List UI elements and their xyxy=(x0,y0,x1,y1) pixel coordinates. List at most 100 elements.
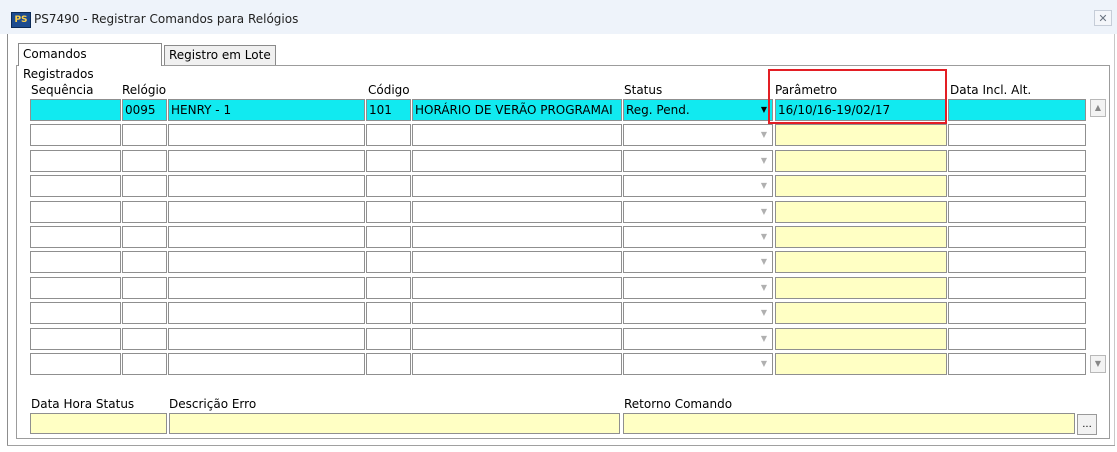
cell-status[interactable]: Reg. Pend. ▼ xyxy=(623,99,773,121)
cell-relogio-numero[interactable] xyxy=(122,276,167,299)
cell-relogio-nome[interactable] xyxy=(168,251,365,274)
cell-codigo-descricao[interactable] xyxy=(412,149,622,172)
cell-parametro[interactable] xyxy=(775,302,947,325)
cell-codigo-descricao[interactable] xyxy=(412,276,622,299)
cell-codigo[interactable] xyxy=(366,251,411,274)
cell-relogio-numero[interactable] xyxy=(122,124,167,147)
cell-data-incl-alt[interactable] xyxy=(948,276,1086,299)
cell-codigo-descricao[interactable] xyxy=(412,175,622,198)
cell-codigo-descricao[interactable] xyxy=(412,200,622,223)
cell-codigo-descricao[interactable] xyxy=(412,353,622,375)
cell-relogio-numero[interactable] xyxy=(122,302,167,325)
chevron-down-icon[interactable]: ▼ xyxy=(757,126,771,144)
cell-status[interactable]: ▼ xyxy=(623,327,773,350)
chevron-down-icon[interactable]: ▼ xyxy=(757,228,771,246)
cell-codigo[interactable] xyxy=(366,149,411,172)
cell-relogio-nome[interactable] xyxy=(168,276,365,299)
cell-relogio-nome[interactable] xyxy=(168,149,365,172)
cell-status[interactable]: ▼ xyxy=(623,175,773,198)
cell-codigo[interactable] xyxy=(366,276,411,299)
cell-sequencia[interactable] xyxy=(30,124,121,147)
cell-parametro[interactable] xyxy=(775,251,947,274)
cell-relogio-numero[interactable]: 0095 xyxy=(122,99,167,121)
descricao-erro-field[interactable] xyxy=(169,413,620,434)
cell-data-incl-alt[interactable] xyxy=(948,149,1086,172)
cell-codigo-descricao[interactable] xyxy=(412,302,622,325)
scroll-up-icon[interactable]: ▲ xyxy=(1090,99,1106,117)
cell-status[interactable]: ▼ xyxy=(623,276,773,299)
cell-codigo[interactable] xyxy=(366,302,411,325)
cell-parametro[interactable] xyxy=(775,175,947,198)
cell-relogio-numero[interactable] xyxy=(122,226,167,248)
chevron-down-icon[interactable]: ▼ xyxy=(757,279,771,297)
cell-status[interactable]: ▼ xyxy=(623,200,773,223)
cell-data-incl-alt[interactable] xyxy=(948,175,1086,198)
cell-codigo-descricao[interactable] xyxy=(412,327,622,350)
cell-codigo[interactable]: 101 xyxy=(366,99,411,121)
cell-parametro[interactable] xyxy=(775,124,947,147)
cell-relogio-nome[interactable] xyxy=(168,327,365,350)
cell-codigo[interactable] xyxy=(366,175,411,198)
cell-status[interactable]: ▼ xyxy=(623,251,773,274)
cell-relogio-nome[interactable] xyxy=(168,353,365,375)
tab-registro-em-lote[interactable]: Registro em Lote xyxy=(164,45,276,65)
cell-relogio-numero[interactable] xyxy=(122,327,167,350)
cell-relogio-nome[interactable] xyxy=(168,200,365,223)
cell-codigo[interactable] xyxy=(366,353,411,375)
cell-parametro[interactable] xyxy=(775,200,947,223)
close-button[interactable]: ✕ xyxy=(1094,10,1112,26)
cell-data-incl-alt[interactable] xyxy=(948,226,1086,248)
cell-relogio-nome[interactable]: HENRY - 1 xyxy=(168,99,365,121)
data-hora-status-field[interactable] xyxy=(30,413,167,434)
cell-codigo[interactable] xyxy=(366,226,411,248)
cell-sequencia[interactable] xyxy=(30,302,121,325)
cell-relogio-numero[interactable] xyxy=(122,200,167,223)
chevron-down-icon[interactable]: ▼ xyxy=(757,330,771,348)
tab-comandos-registrados[interactable]: Comandos Registrados xyxy=(18,43,162,81)
cell-sequencia[interactable] xyxy=(30,175,121,198)
chevron-down-icon[interactable]: ▼ xyxy=(757,152,771,170)
retorno-comando-field[interactable] xyxy=(623,413,1075,434)
cell-status[interactable]: ▼ xyxy=(623,149,773,172)
cell-sequencia[interactable] xyxy=(30,327,121,350)
cell-sequencia[interactable] xyxy=(30,226,121,248)
cell-data-incl-alt[interactable] xyxy=(948,251,1086,274)
cell-relogio-nome[interactable] xyxy=(168,302,365,325)
cell-sequencia[interactable] xyxy=(30,200,121,223)
cell-relogio-numero[interactable] xyxy=(122,175,167,198)
cell-relogio-nome[interactable] xyxy=(168,226,365,248)
chevron-down-icon[interactable]: ▼ xyxy=(757,355,771,373)
chevron-down-icon[interactable]: ▼ xyxy=(757,203,771,221)
cell-codigo-descricao[interactable] xyxy=(412,226,622,248)
cell-status[interactable]: ▼ xyxy=(623,302,773,325)
cell-data-incl-alt[interactable] xyxy=(948,99,1086,121)
cell-status[interactable]: ▼ xyxy=(623,353,773,375)
cell-relogio-nome[interactable] xyxy=(168,124,365,147)
chevron-down-icon[interactable]: ▼ xyxy=(757,304,771,322)
retorno-comando-lookup-button[interactable]: ... xyxy=(1077,414,1097,435)
cell-sequencia[interactable] xyxy=(30,353,121,375)
cell-data-incl-alt[interactable] xyxy=(948,353,1086,375)
cell-parametro[interactable] xyxy=(775,327,947,350)
scroll-down-icon[interactable]: ▼ xyxy=(1090,355,1106,373)
cell-codigo-descricao[interactable]: HORÁRIO DE VERÃO PROGRAMAI xyxy=(412,99,622,121)
cell-data-incl-alt[interactable] xyxy=(948,124,1086,147)
chevron-down-icon[interactable]: ▼ xyxy=(757,177,771,195)
cell-sequencia[interactable] xyxy=(30,276,121,299)
cell-relogio-numero[interactable] xyxy=(122,149,167,172)
cell-codigo[interactable] xyxy=(366,327,411,350)
cell-status[interactable]: ▼ xyxy=(623,226,773,248)
cell-codigo[interactable] xyxy=(366,124,411,147)
cell-status[interactable]: ▼ xyxy=(623,124,773,147)
cell-relogio-numero[interactable] xyxy=(122,251,167,274)
cell-codigo-descricao[interactable] xyxy=(412,124,622,147)
cell-relogio-nome[interactable] xyxy=(168,175,365,198)
chevron-down-icon[interactable]: ▼ xyxy=(757,253,771,271)
cell-data-incl-alt[interactable] xyxy=(948,327,1086,350)
cell-parametro[interactable] xyxy=(775,276,947,299)
cell-codigo[interactable] xyxy=(366,200,411,223)
cell-data-incl-alt[interactable] xyxy=(948,200,1086,223)
cell-parametro[interactable] xyxy=(775,353,947,375)
cell-parametro[interactable] xyxy=(775,149,947,172)
cell-codigo-descricao[interactable] xyxy=(412,251,622,274)
